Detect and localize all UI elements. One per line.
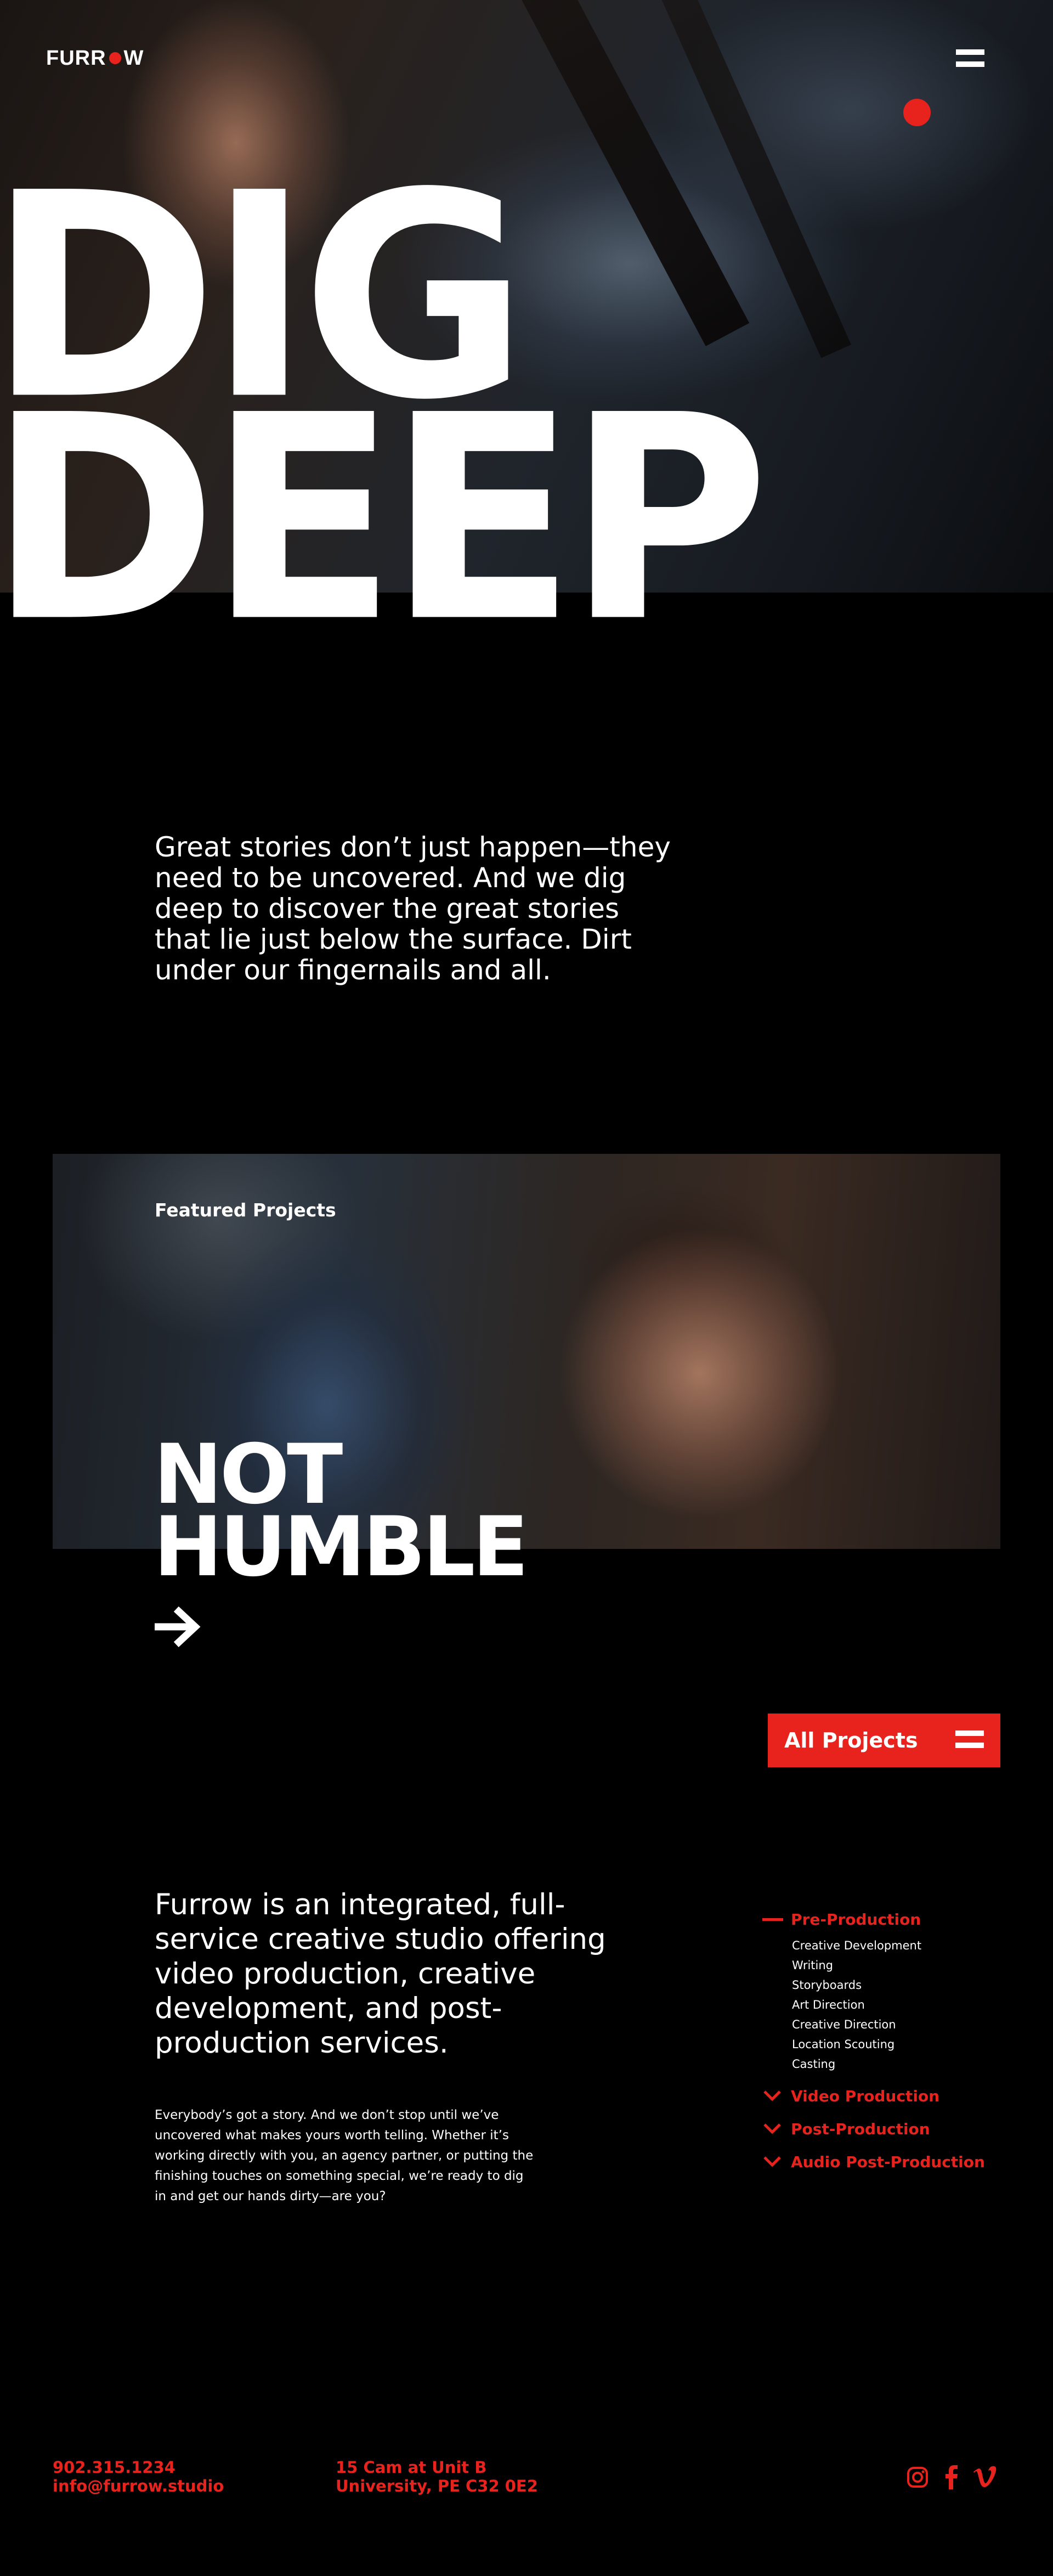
service-pre-production[interactable]: Pre-Production bbox=[761, 1908, 1014, 1930]
list-item: Writing bbox=[792, 1959, 833, 1972]
footer-email-link[interactable]: info@furrow.studio bbox=[53, 2477, 224, 2495]
footer-address-line-1[interactable]: 15 Cam at Unit B bbox=[336, 2458, 538, 2477]
minus-icon bbox=[761, 1908, 785, 1930]
list-item: Casting bbox=[792, 2058, 836, 2071]
service-label: Pre-Production bbox=[791, 1910, 921, 1929]
service-audio-post-production[interactable]: Audio Post-Production bbox=[761, 2151, 1014, 2173]
service-items-list: Creative Development Writing Storyboards… bbox=[792, 1936, 1014, 2074]
hamburger-icon bbox=[955, 1731, 984, 1750]
intro-text: Great stories don’t just happen—they nee… bbox=[155, 831, 671, 986]
hero-title: DIG DEEP bbox=[0, 156, 811, 684]
about-lead-text: Furrow is an integrated, full-service cr… bbox=[155, 1888, 606, 2060]
list-item: Creative Development bbox=[792, 1939, 922, 1952]
logo-text-right: W bbox=[123, 46, 144, 70]
footer-contact: 902.315.1234 info@furrow.studio bbox=[53, 2458, 224, 2495]
list-item: Art Direction bbox=[792, 1998, 865, 2011]
featured-projects-label: Featured Projects bbox=[155, 1199, 336, 1221]
all-projects-label: All Projects bbox=[784, 1728, 918, 1752]
service-post-production[interactable]: Post-Production bbox=[761, 2118, 1014, 2140]
footer-phone-link[interactable]: 902.315.1234 bbox=[53, 2458, 224, 2477]
list-item: Storyboards bbox=[792, 1978, 862, 1992]
project-title-line-2: HUMBLE bbox=[154, 1500, 529, 1595]
instagram-icon[interactable] bbox=[907, 2465, 929, 2489]
chevron-down-icon bbox=[763, 2090, 781, 2101]
chevron-down-icon bbox=[763, 2123, 781, 2134]
service-video-production[interactable]: Video Production bbox=[761, 2085, 1014, 2107]
list-item: Creative Direction bbox=[792, 2018, 896, 2031]
vimeo-icon[interactable] bbox=[972, 2465, 997, 2489]
facebook-icon[interactable] bbox=[944, 2465, 959, 2489]
cursor-dot bbox=[903, 99, 931, 126]
logo-dot-icon bbox=[109, 52, 121, 64]
arrow-right-icon[interactable] bbox=[155, 1605, 204, 1649]
footer-address: 15 Cam at Unit B University, PE C32 0E2 bbox=[336, 2458, 538, 2495]
hamburger-icon[interactable] bbox=[956, 49, 984, 69]
hero-title-line-2: DEEP bbox=[0, 355, 769, 684]
footer-address-line-2[interactable]: University, PE C32 0E2 bbox=[336, 2477, 538, 2495]
service-label: Post-Production bbox=[791, 2120, 930, 2138]
about-body-text: Everybody’s got a story. And we don’t st… bbox=[155, 2108, 534, 2203]
logo-text-left: FURR bbox=[46, 46, 106, 70]
chevron-down-icon bbox=[763, 2156, 781, 2167]
list-item: Location Scouting bbox=[792, 2038, 895, 2051]
project-title[interactable]: NOT HUMBLE bbox=[154, 1434, 647, 1595]
services-accordion: Pre-Production Creative Development Writ… bbox=[761, 1908, 1014, 2173]
furrow-logo[interactable]: FURR W bbox=[46, 46, 144, 70]
service-label: Audio Post-Production bbox=[791, 2152, 985, 2171]
all-projects-button[interactable]: All Projects bbox=[768, 1713, 1000, 1767]
service-label: Video Production bbox=[791, 2087, 940, 2105]
